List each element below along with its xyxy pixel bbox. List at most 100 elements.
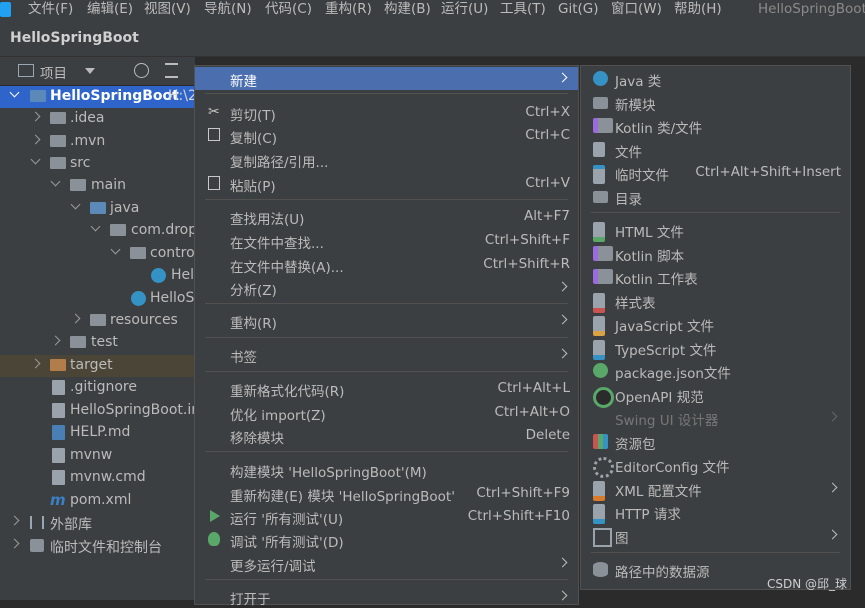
submenu-item-javascript[interactable]: JavaScript 文件 <box>581 312 850 336</box>
project-view-selector[interactable]: 项目 <box>40 62 67 82</box>
tree-item-test[interactable]: test <box>0 332 195 354</box>
expand-arrow-icon[interactable] <box>9 538 20 549</box>
submenu-item-kotlin-class[interactable]: Kotlin 类/文件 <box>581 114 850 137</box>
tree-item-java[interactable]: java <box>0 198 195 220</box>
menu-item-copy[interactable]: 复制(C) Ctrl+C <box>195 124 578 147</box>
menu-build[interactable]: 构建(B) <box>384 0 431 18</box>
tree-item-iml[interactable]: HelloSpringBoot.in <box>0 400 200 422</box>
tree-item-gitignore[interactable]: .gitignore <box>0 377 195 399</box>
tree-item-main[interactable]: main <box>0 175 195 197</box>
menu-navigate[interactable]: 导航(N) <box>204 0 252 18</box>
submenu-item-editorconfig[interactable]: EditorConfig 文件 <box>581 453 850 478</box>
expand-arrow-icon[interactable] <box>50 176 61 187</box>
submenu-item-resource-bundle[interactable]: 资源包 <box>581 430 850 453</box>
menu-item-paste[interactable]: 粘贴(P) Ctrl+V <box>195 172 578 195</box>
menu-item-find-usages[interactable]: 查找用法(U) Alt+F7 <box>195 205 578 228</box>
menu-separator <box>591 552 840 553</box>
scratches-icon <box>30 539 44 552</box>
tree-item-src[interactable]: src <box>0 153 195 175</box>
expand-arrow-icon[interactable] <box>9 515 20 526</box>
expand-arrow-icon[interactable] <box>30 111 41 122</box>
tree-item-pom[interactable]: m pom.xml <box>0 490 195 512</box>
menu-edit[interactable]: 编辑(E) <box>87 0 133 18</box>
menu-tools[interactable]: 工具(T) <box>500 0 546 18</box>
tree-item-help[interactable]: HELP.md <box>0 422 195 444</box>
menu-item-new[interactable]: 新建 <box>195 67 578 90</box>
menu-item-debug-tests[interactable]: 调试 '所有测试'(D) <box>195 528 578 551</box>
locate-icon[interactable] <box>134 63 149 78</box>
tree-item-package[interactable]: com.drop <box>0 220 197 242</box>
menu-item-replace-in-files[interactable]: 在文件中替换(A)... Ctrl+Shift+R <box>195 253 578 276</box>
menu-git[interactable]: Git(G) <box>558 0 599 18</box>
menu-refactor[interactable]: 重构(R) <box>325 0 372 18</box>
breadcrumb-project[interactable]: HelloSpringBoot <box>10 30 139 46</box>
menu-item-remove-module[interactable]: 移除模块 Delete <box>195 424 578 447</box>
submenu-item-xml-config[interactable]: XML 配置文件 <box>581 477 850 501</box>
menu-item-bookmarks[interactable]: 书签 <box>195 343 578 366</box>
submenu-item-diagram[interactable]: 图 <box>581 524 850 547</box>
menu-item-optimize-imports[interactable]: 优化 import(Z) Ctrl+Alt+O <box>195 401 578 424</box>
tree-item-mvn[interactable]: .mvn <box>0 131 195 153</box>
menu-item-copy-path[interactable]: 复制路径/引用... <box>195 148 578 171</box>
menu-run[interactable]: 运行(U) <box>441 0 488 18</box>
submenu-item-openapi[interactable]: OpenAPI 规范 <box>581 383 850 408</box>
menu-item-cut[interactable]: ✂ 剪切(T) Ctrl+X <box>195 101 578 124</box>
submenu-item-kotlin-script[interactable]: Kotlin 脚本 <box>581 242 850 265</box>
menu-item-analyze[interactable]: 分析(Z) <box>195 276 578 299</box>
submenu-item-stylesheet[interactable]: 样式表 <box>581 289 850 313</box>
expand-arrow-icon[interactable] <box>9 87 20 98</box>
tree-item-mvnwcmd[interactable]: mvnw.cmd <box>0 467 195 489</box>
tree-item-idea[interactable]: .idea <box>0 108 195 130</box>
app-logo-icon <box>0 2 11 17</box>
menu-help[interactable]: 帮助(H) <box>674 0 722 18</box>
tree-item-class-hel[interactable]: Hel <box>0 265 195 287</box>
submenu-item-file[interactable]: 文件 <box>581 138 850 161</box>
menu-item-rebuild-module[interactable]: 重新构建(E) 模块 'HelloSpringBoot' Ctrl+Shift+… <box>195 482 578 505</box>
tree-item-target[interactable]: target <box>0 355 195 377</box>
menu-code[interactable]: 代码(C) <box>265 0 312 18</box>
menu-item-more-run[interactable]: 更多运行/调试 <box>195 552 578 575</box>
menu-item-reformat[interactable]: 重新格式化代码(R) Ctrl+Alt+L <box>195 377 578 400</box>
chevron-down-icon[interactable] <box>85 68 95 74</box>
menu-item-open-in[interactable]: 打开于 <box>195 585 578 608</box>
menu-item-label: HTML 文件 <box>615 225 684 241</box>
menu-item-build-module[interactable]: 构建模块 'HelloSpringBoot'(M) <box>195 458 578 481</box>
expand-arrow-icon[interactable] <box>30 134 41 145</box>
tree-item-controller[interactable]: contro <box>0 243 195 265</box>
submenu-item-kotlin-worksheet[interactable]: Kotlin 工作表 <box>581 265 850 288</box>
tree-item-mvnw[interactable]: mvnw <box>0 445 195 467</box>
expand-arrow-icon[interactable] <box>110 244 121 255</box>
submenu-item-directory[interactable]: 目录 <box>581 185 850 208</box>
project-view-icon <box>18 64 34 77</box>
expand-arrow-icon[interactable] <box>70 199 81 210</box>
shortcut-label: Delete <box>525 427 570 443</box>
tree-item-class-hellos[interactable]: HelloS <box>0 288 195 310</box>
java-class-icon <box>151 268 166 283</box>
tree-item-resources[interactable]: resources <box>0 310 195 332</box>
menu-view[interactable]: 视图(V) <box>144 0 191 18</box>
expand-arrow-icon[interactable] <box>30 154 41 165</box>
script-file-icon <box>52 448 65 463</box>
menu-file[interactable]: 文件(F) <box>28 0 73 18</box>
tree-item-external-libraries[interactable]: 外部库 <box>0 512 195 534</box>
expand-arrow-icon[interactable] <box>70 313 81 324</box>
submenu-item-typescript[interactable]: TypeScript 文件 <box>581 336 850 360</box>
tree-item-scratches[interactable]: 临时文件和控制台 <box>0 535 195 557</box>
menu-item-find-in-files[interactable]: 在文件中查找... Ctrl+Shift+F <box>195 229 578 252</box>
menu-item-label: 复制(C) <box>230 131 277 147</box>
submenu-item-html[interactable]: HTML 文件 <box>581 218 850 242</box>
submenu-item-package-json[interactable]: package.json文件 <box>581 359 850 382</box>
collapse-all-icon[interactable] <box>165 63 178 78</box>
submenu-item-module[interactable]: 新模块 <box>581 91 850 114</box>
submenu-item-scratch[interactable]: 临时文件 Ctrl+Alt+Shift+Insert <box>581 161 850 184</box>
menu-window[interactable]: 窗口(W) <box>611 0 662 18</box>
expand-arrow-icon[interactable] <box>90 221 101 232</box>
submenu-item-http-request[interactable]: HTTP 请求 <box>581 500 850 524</box>
menu-item-run-tests[interactable]: 运行 '所有测试'(U) Ctrl+Shift+F10 <box>195 505 578 528</box>
submenu-arrow-icon <box>557 348 568 359</box>
menu-item-refactor[interactable]: 重构(R) <box>195 309 578 332</box>
expand-arrow-icon[interactable] <box>50 335 61 346</box>
tree-item-root[interactable]: HelloSpringBoot H:\2 <box>0 86 197 108</box>
submenu-item-java-class[interactable]: Java 类 <box>581 67 850 90</box>
expand-arrow-icon[interactable] <box>30 358 41 369</box>
